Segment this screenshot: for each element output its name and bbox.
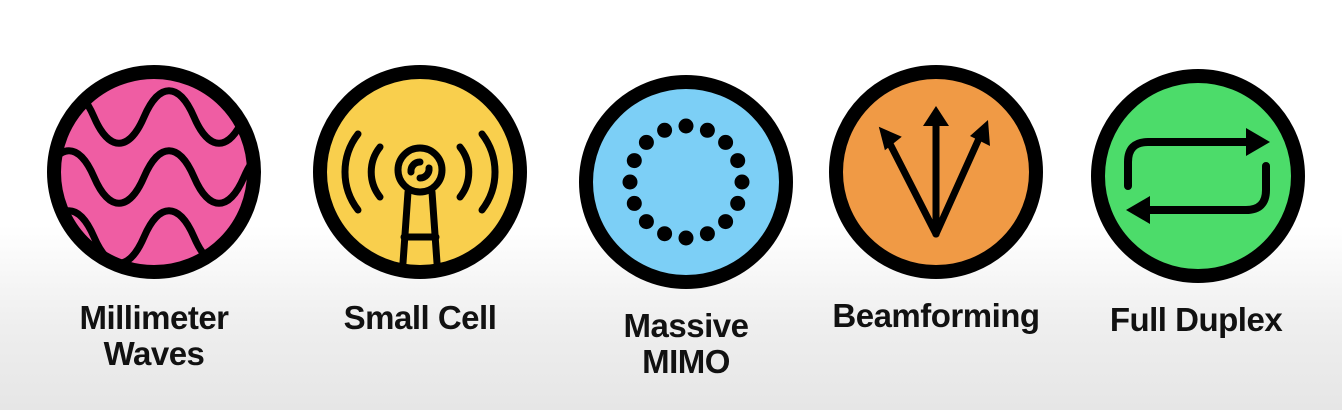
antenna-dot [657,122,673,138]
cell-tower-icon [313,65,527,279]
sine-waves-icon [47,65,261,279]
antenna-dot [699,226,715,242]
millimeter-waves-circle [44,62,264,282]
antenna-dot [730,195,746,211]
antenna-dot [718,134,734,150]
antenna-array-icon [579,75,793,289]
beamforming-label: Beamforming [806,298,1066,334]
antenna-dot [657,226,673,242]
antenna-dot [730,153,746,169]
small-cell-circle [310,62,530,282]
antenna-dot [678,118,694,134]
antenna-dot [626,195,642,211]
antenna-dot [699,122,715,138]
antenna-dot [622,174,638,190]
full-duplex-label: Full Duplex [1066,302,1326,338]
massive-mimo-label: Massive MIMO [556,308,816,380]
beamforming-circle [826,62,1046,282]
two-way-arrows-icon [1091,69,1305,283]
label-line-1: Beamforming [832,297,1040,334]
full-duplex-circle [1088,66,1308,286]
label-line-1: Massive MIMO [623,307,749,380]
small-cell-label: Small Cell [290,300,550,336]
antenna-dot [638,134,654,150]
beam-arrows-icon [829,65,1043,279]
label-line-1: Millimeter Waves [79,299,229,372]
antenna-dot [734,174,750,190]
antenna-dot [678,230,694,246]
label-line-1: Small Cell [343,299,497,336]
massive-mimo-circle [576,72,796,292]
label-line-1: Full Duplex [1109,301,1283,338]
antenna-dot [638,214,654,230]
antenna-dot [718,214,734,230]
millimeter-waves-label: Millimeter Waves [24,300,284,372]
antenna-dot [626,153,642,169]
